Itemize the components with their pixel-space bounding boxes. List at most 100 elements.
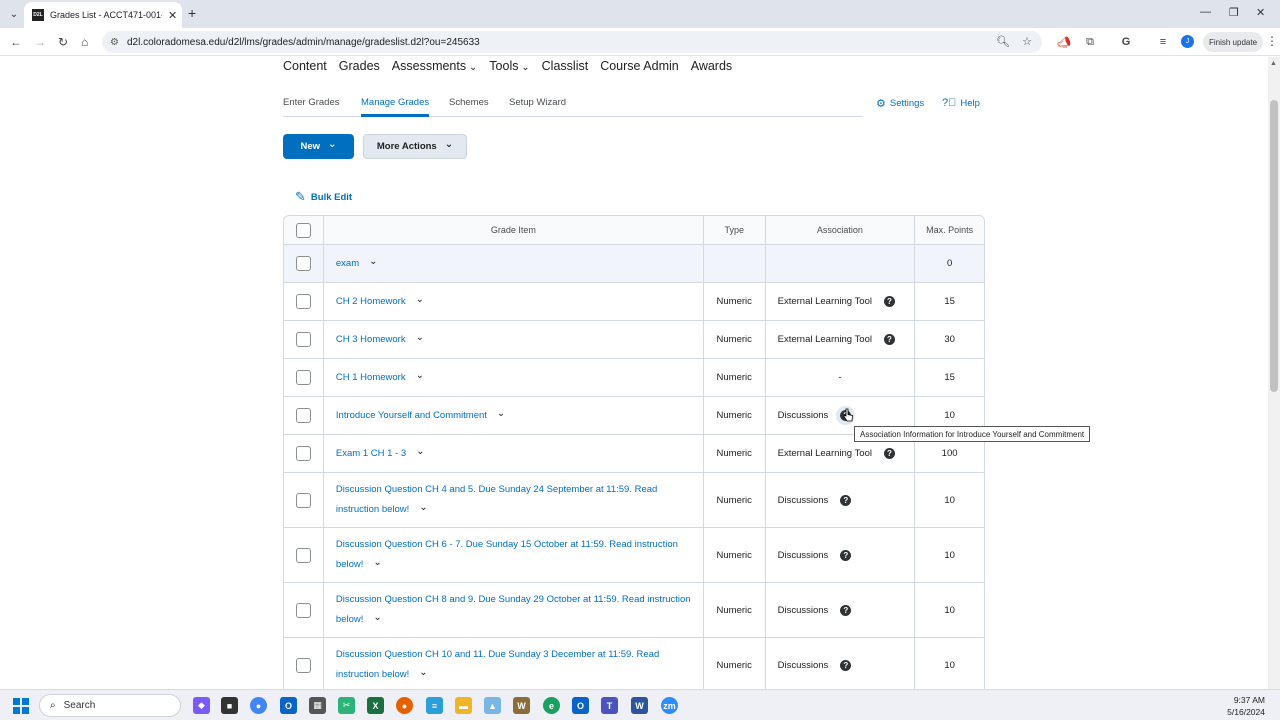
profile-avatar[interactable]: J (1181, 35, 1194, 48)
settings-link[interactable]: ⚙ Settings (876, 97, 924, 110)
row-checkbox[interactable] (295, 370, 311, 385)
windows-start-icon[interactable] (13, 698, 29, 714)
wordpad-icon[interactable]: W (513, 697, 530, 714)
new-tab-icon[interactable]: + (188, 5, 196, 21)
task-view-icon[interactable]: ■ (221, 697, 238, 714)
chevron-down-icon[interactable]: ⌄ (416, 370, 424, 381)
word-icon[interactable]: W (631, 697, 648, 714)
nav-classlist[interactable]: Classlist (542, 59, 589, 73)
row-checkbox[interactable] (295, 256, 311, 271)
tab-search-icon[interactable]: ⌄ (6, 6, 22, 22)
grade-item-link[interactable]: CH 2 Homework (336, 296, 406, 307)
nav-content[interactable]: Content (283, 59, 327, 73)
nav-tools[interactable]: Tools (489, 59, 529, 73)
tab-schemes[interactable]: Schemes (449, 97, 489, 108)
firefox-icon[interactable]: ● (396, 697, 413, 714)
scroll-up-icon[interactable]: ▲ (1270, 60, 1277, 67)
grade-item-link[interactable]: CH 3 Homework (336, 334, 406, 345)
association-info-icon[interactable]: ? (840, 494, 852, 506)
edge-icon[interactable]: e (543, 697, 560, 714)
grade-item-link[interactable]: Discussion Question CH 6 - 7. Due Sunday… (336, 539, 678, 570)
grade-item-link[interactable]: Exam 1 CH 1 - 3 (336, 448, 406, 459)
notepad-icon[interactable]: ≡ (426, 697, 443, 714)
google-icon[interactable]: G (1119, 35, 1133, 49)
association-info-icon[interactable]: ? (840, 604, 852, 616)
help-link[interactable]: ?⃝ Help (942, 97, 980, 109)
snipping-tool-icon[interactable]: ✂ (338, 697, 355, 714)
reload-icon[interactable]: ↻ (58, 35, 68, 49)
restore-icon[interactable]: ❐ (1229, 6, 1239, 19)
system-clock[interactable]: 9:37 AM 5/16/2024 (1227, 694, 1265, 718)
row-checkbox[interactable] (295, 332, 311, 347)
select-all-checkbox[interactable] (295, 222, 311, 238)
tab-close-icon[interactable]: ✕ (168, 9, 177, 22)
row-checkbox[interactable] (295, 547, 311, 563)
teams-icon[interactable]: T (601, 697, 618, 714)
association-info-icon[interactable]: ? (840, 659, 852, 671)
row-checkbox[interactable] (295, 602, 311, 618)
association-info-icon[interactable]: ? (883, 296, 895, 307)
minimize-icon[interactable]: — (1200, 6, 1211, 18)
tab-enter-grades[interactable]: Enter Grades (283, 97, 340, 108)
grade-item-cell: CH 3 Homework ⌄ (324, 321, 704, 358)
chevron-down-icon[interactable]: ⌄ (416, 294, 424, 305)
chevron-down-icon[interactable]: ⌄ (373, 557, 381, 568)
nav-assessments[interactable]: Assessments (392, 59, 478, 73)
bulk-edit-button[interactable]: ✎ Bulk Edit (295, 189, 352, 205)
nav-awards[interactable]: Awards (691, 59, 732, 73)
forward-icon[interactable]: → (34, 35, 46, 49)
chevron-down-icon[interactable]: ⌄ (497, 408, 505, 419)
outlook-icon[interactable]: O (280, 697, 297, 714)
association-info-icon[interactable]: ? (883, 448, 895, 459)
media-controls-icon[interactable]: ≡ (1156, 35, 1170, 49)
file-explorer-icon[interactable]: ▬ (455, 697, 472, 714)
grade-item-link[interactable]: CH 1 Homework (336, 372, 406, 383)
association-info-icon[interactable]: ? (883, 334, 895, 345)
excel-icon[interactable]: X (367, 697, 384, 714)
copilot-icon[interactable]: ◆ (193, 697, 210, 714)
new-button[interactable]: New ⌄ (283, 134, 354, 159)
url-field[interactable]: ⚙ d2l.coloradomesa.edu/d2l/lms/grades/ad… (102, 31, 1042, 53)
row-checkbox[interactable] (295, 408, 311, 423)
browser-menu-icon[interactable]: ⋮ (1266, 34, 1278, 48)
home-icon[interactable]: ⌂ (81, 35, 88, 49)
more-actions-button[interactable]: More Actions ⌄ (363, 134, 467, 159)
nav-grades[interactable]: Grades (339, 59, 380, 73)
row-checkbox[interactable] (295, 294, 311, 309)
calculator-icon[interactable]: ▦ (309, 697, 326, 714)
chevron-down-icon[interactable]: ⌄ (369, 256, 377, 267)
zoom-icon[interactable]: zm (661, 697, 678, 714)
window-close-icon[interactable]: ✕ (1256, 6, 1265, 19)
tab-setup-wizard[interactable]: Setup Wizard (509, 97, 566, 108)
nav-course-admin[interactable]: Course Admin (600, 59, 679, 73)
association-info-icon[interactable]: ? (840, 549, 852, 561)
finish-update-button[interactable]: Finish update (1203, 32, 1263, 52)
chevron-down-icon[interactable]: ⌄ (419, 502, 427, 513)
header-grade-item[interactable]: Grade Item (324, 216, 704, 244)
chevron-down-icon[interactable]: ⌄ (416, 332, 424, 343)
outlook-new-icon[interactable]: O (572, 697, 589, 714)
row-checkbox[interactable] (295, 492, 311, 508)
more-actions-label: More Actions (376, 141, 437, 152)
grade-item-link[interactable]: Discussion Question CH 8 and 9. Due Sund… (336, 594, 691, 625)
scrollbar-thumb[interactable] (1270, 100, 1278, 392)
row-checkbox[interactable] (295, 657, 311, 673)
tab-manage-grades[interactable]: Manage Grades (361, 97, 429, 108)
grade-item-link[interactable]: Discussion Question CH 4 and 5. Due Sund… (336, 484, 657, 515)
extensions-icon[interactable]: ⧉ (1083, 35, 1097, 49)
grade-item-link[interactable]: Discussion Question CH 10 and 11. Due Su… (336, 649, 659, 680)
site-info-icon[interactable]: ⚙ (110, 37, 119, 48)
zoom-and-bookmark-icons[interactable]: 🔍︎ ☆ (996, 35, 1032, 48)
row-checkbox[interactable] (295, 446, 311, 461)
photos-icon[interactable]: ▲ (484, 697, 501, 714)
chrome-icon[interactable]: ● (250, 697, 267, 714)
megaphone-icon[interactable]: 📣︎ (1057, 35, 1071, 49)
taskbar-search[interactable]: ⌕ Search (39, 694, 181, 717)
chevron-down-icon[interactable]: ⌄ (419, 667, 427, 678)
chevron-down-icon[interactable]: ⌄ (373, 612, 381, 623)
browser-tab[interactable]: D2L Grades List - ACCT471-001-238 ✕ (24, 2, 182, 28)
grade-item-link[interactable]: exam (336, 258, 359, 269)
chevron-down-icon[interactable]: ⌄ (416, 446, 424, 457)
back-icon[interactable]: ← (10, 35, 22, 49)
grade-item-link[interactable]: Introduce Yourself and Commitment (336, 410, 487, 421)
